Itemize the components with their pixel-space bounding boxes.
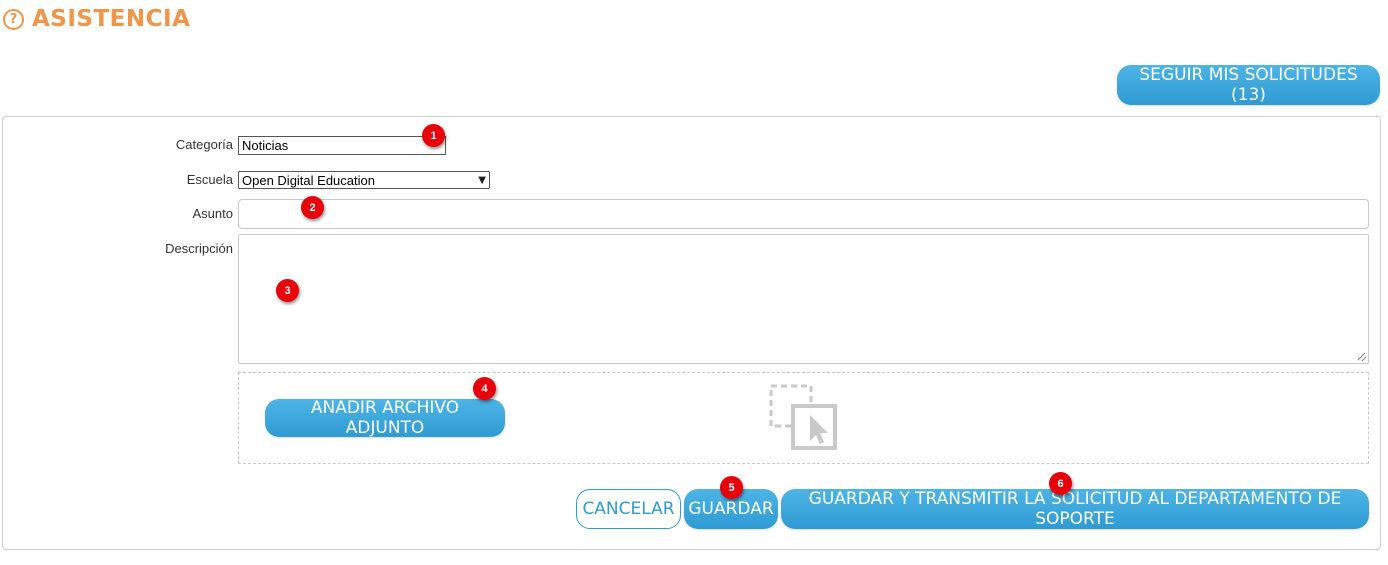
school-select[interactable]: Open Digital Education ▼ xyxy=(238,171,490,189)
add-attachment-button[interactable]: AÑADIR ARCHIVO ADJUNTO xyxy=(265,398,505,438)
step-badge-6: 6 xyxy=(1049,472,1072,495)
category-label: Categoría xyxy=(175,137,233,152)
step-badge-3: 3 xyxy=(276,279,299,302)
subject-input[interactable] xyxy=(238,199,1369,229)
page-title: ASISTENCIA xyxy=(32,6,191,32)
category-field[interactable]: Noticias xyxy=(238,136,446,155)
step-badge-2: 2 xyxy=(301,196,324,219)
help-icon[interactable]: ? xyxy=(3,8,24,30)
subject-label: Asunto xyxy=(192,206,233,221)
page-header: ? ASISTENCIA xyxy=(3,6,190,32)
step-badge-5: 5 xyxy=(720,476,743,499)
description-label: Descripción xyxy=(165,241,233,256)
school-label: Escuela xyxy=(186,172,233,187)
school-value: Open Digital Education xyxy=(242,172,375,188)
step-badge-1: 1 xyxy=(422,124,445,147)
save-and-submit-button[interactable]: GUARDAR Y TRANSMITIR LA SOLICITUD AL DEP… xyxy=(781,489,1369,529)
chevron-down-icon: ▼ xyxy=(478,174,486,186)
description-textarea[interactable] xyxy=(238,234,1369,364)
step-badge-4: 4 xyxy=(473,377,496,400)
category-value: Noticias xyxy=(242,138,289,153)
track-requests-button[interactable]: SEGUIR MIS SOLICITUDES (13) xyxy=(1117,65,1380,105)
resize-handle[interactable] xyxy=(1358,353,1366,361)
cancel-button[interactable]: CANCELAR xyxy=(576,489,681,529)
drag-drop-icon xyxy=(769,384,837,450)
